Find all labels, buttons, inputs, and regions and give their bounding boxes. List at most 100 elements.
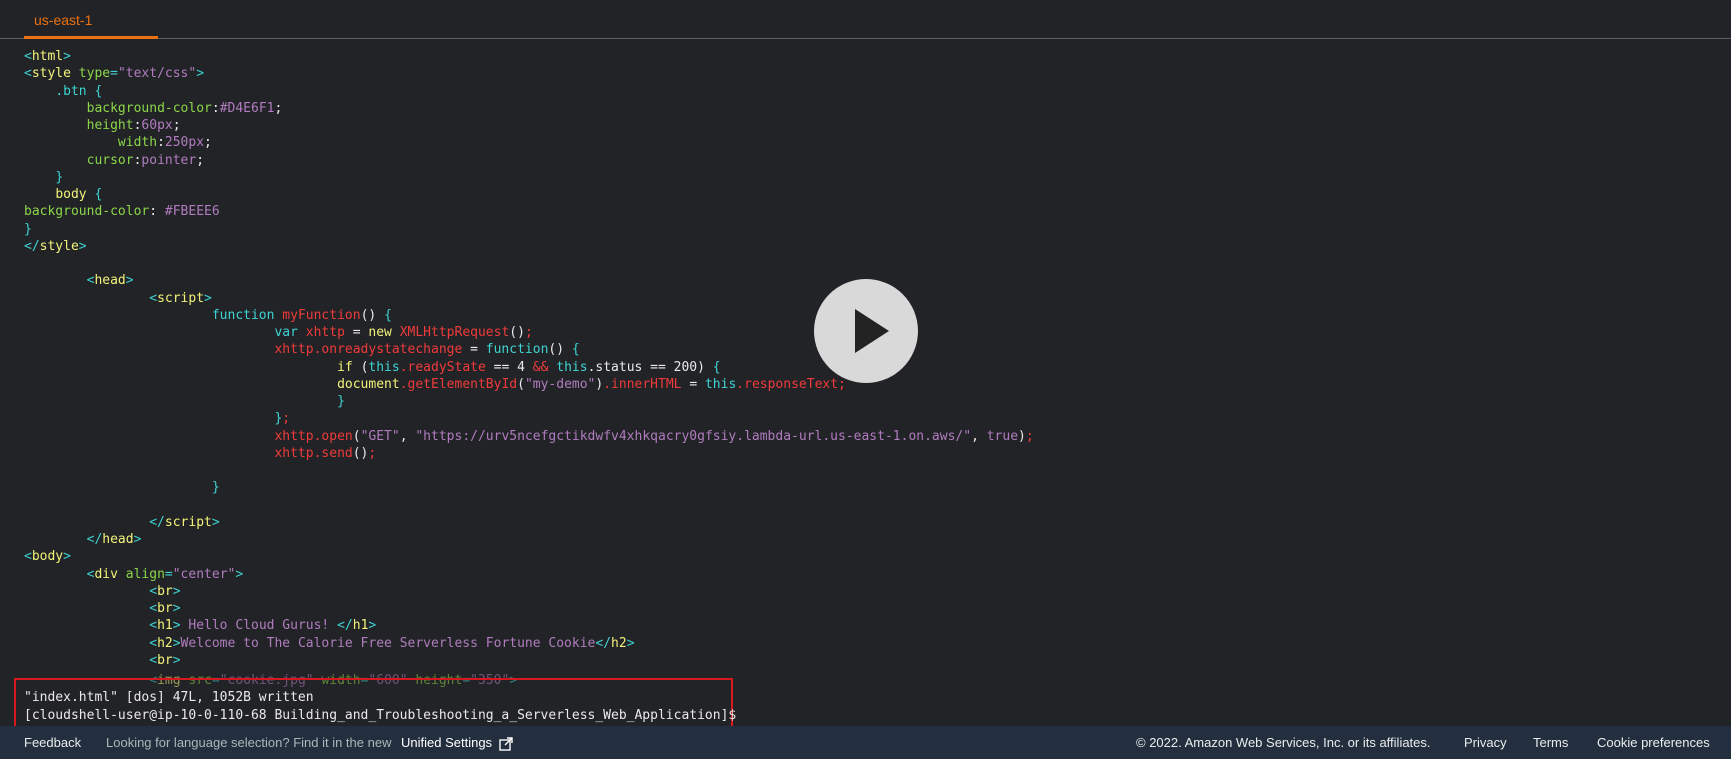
code-token: align: [125, 566, 165, 582]
code-token: "my-demo": [524, 376, 596, 392]
code-line: height:60px;: [24, 117, 1731, 134]
code-line: }: [24, 479, 1731, 496]
code-token: pointer: [141, 152, 197, 168]
code-line: <h2>Welcome to The Calorie Free Serverle…: [24, 635, 1731, 652]
code-token: #D4E6F1: [219, 100, 275, 116]
code-token: =: [681, 376, 705, 392]
play-button[interactable]: [814, 279, 918, 383]
code-line: };: [24, 410, 1731, 427]
code-token: :: [211, 100, 220, 116]
code-token: :: [157, 135, 165, 151]
cookie-preferences-link[interactable]: Cookie preferences: [1597, 726, 1710, 759]
code-line: background-color: #FBEEE6: [24, 203, 1731, 220]
code-token: if: [337, 359, 361, 375]
code-token: }: [24, 221, 32, 237]
code-token: {: [384, 307, 392, 323]
code-token: </: [149, 514, 165, 530]
code-token: >: [626, 635, 635, 651]
language-prompt-text: Looking for language selection? Find it …: [106, 735, 392, 750]
code-token: 250px: [164, 135, 205, 151]
code-token: #FBEEE6: [164, 204, 220, 220]
code-token: ;: [524, 325, 533, 340]
code-line: cursor:pointer;: [24, 152, 1731, 169]
code-token: (): [548, 342, 572, 358]
code-token: ;: [368, 445, 377, 461]
code-token: html: [31, 49, 64, 64]
code-token: }: [55, 169, 64, 185]
code-token: ;: [274, 100, 283, 116]
code-token: ;: [172, 118, 181, 133]
code-token: .innerHTML: [603, 376, 682, 392]
code-token: <: [149, 635, 158, 651]
feedback-link[interactable]: Feedback: [24, 726, 81, 759]
code-token: true: [986, 428, 1019, 444]
code-token: {: [571, 342, 580, 358]
code-token: cursor: [86, 152, 134, 168]
code-token: var: [274, 325, 306, 340]
code-token: >: [63, 549, 71, 565]
code-token: <: [149, 601, 158, 616]
code-token: .btn {: [55, 83, 103, 99]
terms-link[interactable]: Terms: [1533, 726, 1568, 759]
tab-us-east-1[interactable]: us-east-1: [24, 0, 158, 39]
code-token: == 4: [485, 359, 533, 375]
code-token: xhttp.onreadystatechange: [274, 342, 463, 358]
code-line: <br>: [24, 583, 1731, 600]
code-token: xhttp.open: [274, 428, 353, 444]
code-token: ;: [1025, 428, 1034, 444]
code-token: >: [125, 273, 134, 289]
code-token: >: [172, 583, 181, 599]
code-line: <body>: [24, 548, 1731, 565]
code-line: width:250px;: [24, 134, 1731, 151]
status-line-prompt: [cloudshell-user@ip-10-0-110-68 Building…: [24, 707, 737, 723]
code-token: >: [63, 49, 71, 64]
code-token: document: [337, 376, 400, 392]
code-token: .getElementById: [399, 376, 518, 392]
code-token: <: [24, 549, 32, 565]
code-token: head: [94, 273, 126, 289]
code-token: background-color: [24, 204, 150, 220]
code-token: br: [157, 652, 173, 668]
code-token: ): [1018, 428, 1026, 444]
code-token: .readyState: [399, 359, 486, 375]
copyright-text: © 2022. Amazon Web Services, Inc. or its…: [1136, 735, 1431, 750]
unified-settings-link[interactable]: Unified Settings: [401, 726, 492, 759]
code-token: </: [337, 618, 353, 634]
code-token: "center": [172, 566, 236, 582]
code-token: .status == 200): [587, 359, 713, 375]
status-line-written: "index.html" [dos] 47L, 1052B written: [24, 690, 314, 705]
footer: Feedback Looking for language selection?…: [0, 726, 1731, 759]
code-token: <: [149, 652, 158, 668]
code-line: </script>: [24, 514, 1731, 531]
external-link-icon[interactable]: [499, 726, 513, 759]
code-token: <: [149, 290, 158, 306]
code-token: this: [704, 376, 737, 392]
play-icon: [855, 309, 889, 353]
code-token: div: [94, 566, 126, 582]
code-token: body: [31, 549, 64, 565]
privacy-link[interactable]: Privacy: [1464, 726, 1507, 759]
code-line: }: [24, 393, 1731, 410]
code-token: br: [157, 583, 173, 599]
code-token: >: [172, 618, 181, 634]
code-token: (): [352, 445, 369, 461]
code-token: xhttp.send: [274, 445, 353, 461]
code-line: }: [24, 221, 1731, 238]
code-token: }: [337, 394, 345, 409]
code-token: head: [102, 532, 134, 547]
